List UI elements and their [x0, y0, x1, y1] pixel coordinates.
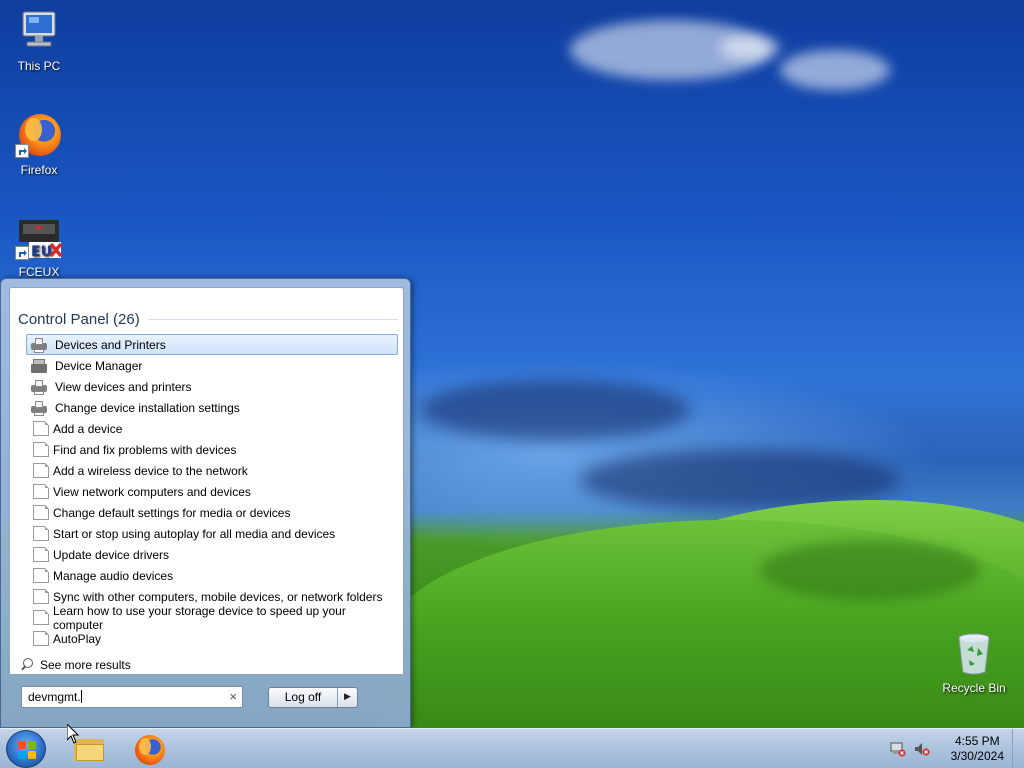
desktop-icon-label: Recycle Bin [942, 681, 1006, 695]
clear-search-icon[interactable]: × [229, 689, 237, 704]
printer-icon [31, 400, 47, 416]
desktop-icon-fceux[interactable]: EU FCEUX [1, 214, 77, 279]
result-add-a-device[interactable]: Add a device [26, 418, 398, 439]
fceux-icon: EU [15, 214, 63, 262]
result-label: Add a wireless device to the network [53, 463, 248, 478]
result-start-stop-autoplay[interactable]: Start or stop using autoplay for all med… [26, 523, 398, 544]
result-label: Add a device [53, 421, 123, 436]
wallpaper-dark-cloud [420, 380, 690, 440]
this-pc-icon [15, 8, 63, 56]
result-label: Manage audio devices [53, 568, 174, 583]
logoff-button[interactable]: Log off ▶ [268, 687, 358, 708]
result-label: Devices and Printers [55, 337, 166, 352]
shutdown-options-arrow-icon[interactable]: ▶ [337, 688, 357, 707]
see-more-results-link[interactable]: See more results [20, 658, 131, 672]
shortcut-arrow-icon [15, 246, 29, 260]
page-icon [33, 568, 49, 583]
printer-icon [31, 379, 47, 395]
result-label: View network computers and devices [53, 484, 251, 499]
result-label: Learn how to use your storage device to … [53, 603, 346, 632]
result-label: AutoPlay [53, 631, 102, 646]
result-find-and-fix-problems[interactable]: Find and fix problems with devices [26, 439, 398, 460]
printer-icon [31, 337, 47, 353]
page-icon [33, 421, 49, 436]
result-device-manager[interactable]: Device Manager [26, 355, 398, 376]
taskbar-firefox[interactable] [124, 731, 176, 767]
page-icon [33, 505, 49, 520]
result-label: Find and fix problems with devices [53, 442, 237, 457]
wallpaper-cloud [720, 35, 780, 60]
desktop-icon-label: This PC [17, 59, 61, 73]
network-icon[interactable] [890, 741, 906, 757]
page-icon [33, 547, 49, 562]
start-button[interactable] [6, 730, 46, 768]
wallpaper-cloud [780, 50, 890, 90]
wallpaper-hill-shadow [760, 540, 980, 600]
result-change-device-installation-settings[interactable]: Change device installation settings [26, 397, 398, 418]
logoff-label: Log off [284, 690, 322, 704]
start-menu-bottom: devmgmt. × Log off ▶ [9, 675, 404, 721]
desktop-icon-label: Firefox [20, 163, 58, 177]
show-desktop-button[interactable] [1012, 729, 1024, 768]
clock-time: 4:55 PM [954, 734, 1000, 748]
result-add-wireless-device[interactable]: Add a wireless device to the network [26, 460, 398, 481]
shortcut-arrow-icon [15, 144, 29, 158]
result-label: Change device installation settings [55, 400, 240, 415]
mouse-cursor-icon [66, 722, 80, 744]
firefox-icon [15, 112, 63, 160]
page-icon [33, 463, 49, 478]
volume-muted-icon[interactable] [914, 741, 930, 757]
result-view-network-computers[interactable]: View network computers and devices [26, 481, 398, 502]
page-icon [33, 526, 49, 541]
result-update-device-drivers[interactable]: Update device drivers [26, 544, 398, 565]
recycle-bin-icon [950, 630, 998, 678]
see-more-label: See more results [40, 658, 131, 672]
result-list: Devices and Printers Device Manager View… [26, 334, 398, 649]
result-label: Change default settings for media or dev… [53, 505, 291, 520]
desktop-icon-label: FCEUX [18, 265, 60, 279]
system-tray: 4:55 PM 3/30/2024 [874, 729, 1024, 768]
device-manager-icon [31, 358, 47, 374]
page-icon [33, 631, 49, 646]
result-devices-and-printers[interactable]: Devices and Printers [26, 334, 398, 355]
group-divider [147, 318, 398, 320]
taskbar: 4:55 PM 3/30/2024 [0, 728, 1024, 768]
svg-text:EU: EU [31, 244, 52, 260]
result-manage-audio-devices[interactable]: Manage audio devices [26, 565, 398, 586]
result-label: View devices and printers [55, 379, 192, 394]
text-caret [80, 690, 82, 703]
windows-logo-icon [18, 741, 36, 759]
search-icon [20, 658, 34, 672]
clock[interactable]: 4:55 PM 3/30/2024 [951, 734, 1004, 764]
result-label: Sync with other computers, mobile device… [53, 589, 383, 604]
search-results-pane: Control Panel (26) Devices and Printers … [9, 287, 404, 675]
group-header-label: Control Panel (26) [18, 310, 140, 328]
result-view-devices-and-printers[interactable]: View devices and printers [26, 376, 398, 397]
firefox-icon [135, 735, 165, 765]
page-icon [33, 484, 49, 499]
clock-date: 3/30/2024 [950, 749, 1004, 763]
result-learn-storage-device[interactable]: Learn how to use your storage device to … [26, 604, 398, 632]
result-label: Start or stop using autoplay for all med… [53, 526, 336, 541]
desktop-icon-recycle-bin[interactable]: Recycle Bin [936, 630, 1012, 695]
page-icon [33, 610, 49, 625]
result-label: Device Manager [55, 358, 143, 373]
page-icon [33, 589, 49, 604]
start-search-input[interactable]: devmgmt. × [21, 686, 243, 708]
start-menu: Control Panel (26) Devices and Printers … [0, 278, 411, 728]
search-input-value: devmgmt. [28, 690, 81, 704]
desktop-icon-firefox[interactable]: Firefox [1, 112, 77, 177]
page-icon [33, 442, 49, 457]
results-group-header[interactable]: Control Panel (26) [18, 310, 398, 328]
result-change-default-media-settings[interactable]: Change default settings for media or dev… [26, 502, 398, 523]
result-label: Update device drivers [53, 547, 170, 562]
desktop-icon-this-pc[interactable]: This PC [1, 8, 77, 73]
